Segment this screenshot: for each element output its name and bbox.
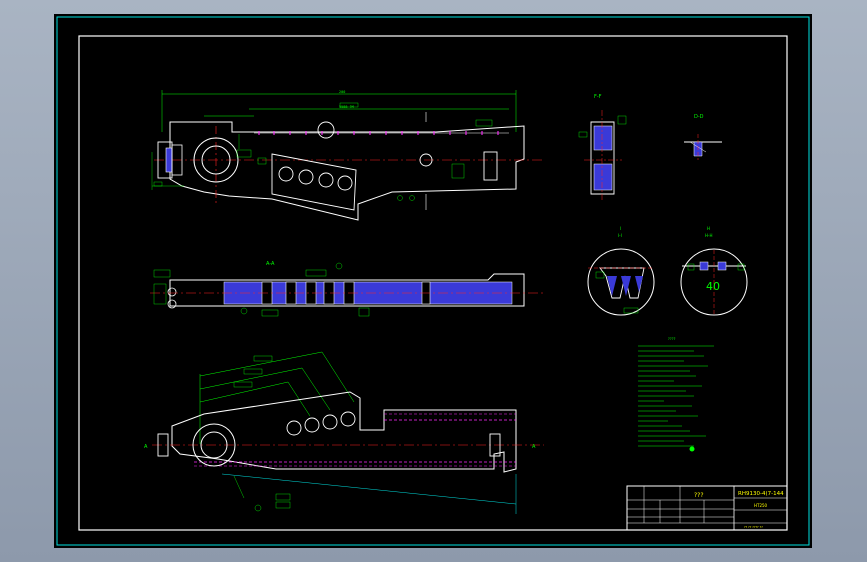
- main-view-bottom: A A: [144, 351, 544, 514]
- section-ff: F-F: [578, 94, 627, 200]
- drawing-number: RH9130-4(7-144: [738, 491, 784, 497]
- section-hh: H H-H 40: [680, 226, 748, 316]
- side-a-right: A: [532, 444, 536, 450]
- cad-drawing: 200 5588 ?M F-F D-D A-A I I-I H H-H 40 A…: [56, 16, 810, 546]
- material-code: HT250: [754, 503, 768, 508]
- notes-heading: ????: [668, 337, 676, 341]
- title-block: ??? RH9130-4(7-144 HT250 ?? ?? ???? ??: [626, 485, 788, 531]
- section-ii: I I-I: [587, 226, 655, 316]
- section-dd-label: D-D: [694, 114, 704, 120]
- svg-text:I: I: [620, 226, 621, 231]
- dim-40-label: 40: [706, 280, 720, 293]
- section-aa-label: A-A: [266, 261, 275, 267]
- section-ff-label: F-F: [594, 94, 602, 100]
- section-aa: A-A: [150, 261, 544, 317]
- side-a-left: A: [144, 444, 148, 450]
- svg-text:I-I: I-I: [618, 233, 622, 238]
- technical-notes: ????: [638, 337, 714, 452]
- title-sub-text: ?? ?? ???? ??: [744, 525, 763, 529]
- drawing-sheet: 200 5588 ?M F-F D-D A-A I I-I H H-H 40 A…: [54, 14, 812, 548]
- svg-text:H-H: H-H: [705, 233, 712, 238]
- drawing-title: ???: [694, 492, 704, 499]
- main-view-top: 200 5588 ?M: [151, 90, 542, 221]
- svg-text:200: 200: [339, 90, 345, 94]
- section-dd: D-D: [684, 114, 722, 160]
- svg-text:H: H: [707, 226, 710, 231]
